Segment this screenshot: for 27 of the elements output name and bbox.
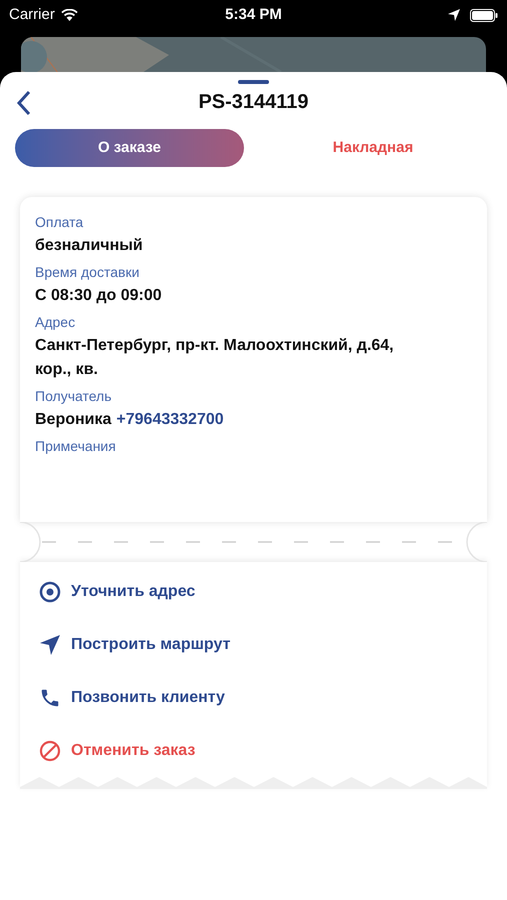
location-arrow-icon: [448, 9, 460, 21]
field-label: Время доставки: [35, 263, 140, 281]
field-value: безналичный: [35, 236, 143, 256]
action-button[interactable]: Отменить заказ: [39, 739, 468, 763]
drag-handle[interactable]: [238, 80, 269, 84]
status-time: 5:34 PM: [224, 4, 283, 25]
tab[interactable]: О заказе: [15, 129, 244, 167]
wifi-icon: [60, 9, 78, 21]
carrier-name: Carrier: [9, 4, 55, 25]
field-label: Получатель: [35, 387, 113, 405]
field-label: Оплата: [35, 213, 84, 231]
field-value: С 08:30 до 09:00: [35, 286, 162, 306]
battery-icon: [470, 8, 498, 22]
order-title: PS-3144119: [198, 90, 309, 115]
action-button[interactable]: Позвонить клиенту: [39, 686, 468, 710]
field-value: Санкт-Петербург, пр-кт. Малоохтинский, д.64, кор., кв.: [35, 336, 395, 380]
phone-link[interactable]: +79643332700: [116, 408, 224, 432]
target-icon: [39, 581, 61, 603]
phone-icon: [39, 687, 61, 709]
field-label: Примечания: [35, 437, 117, 455]
field-label: Адрес: [35, 313, 76, 331]
field-value: Вероника: [35, 410, 112, 430]
action-button[interactable]: Уточнить адрес: [39, 580, 468, 604]
navigation-arrow-icon: [39, 634, 61, 656]
action-button[interactable]: Построить маршрут: [39, 633, 468, 657]
back-chevron-icon: [16, 90, 32, 116]
prohibited-icon: [39, 740, 61, 762]
